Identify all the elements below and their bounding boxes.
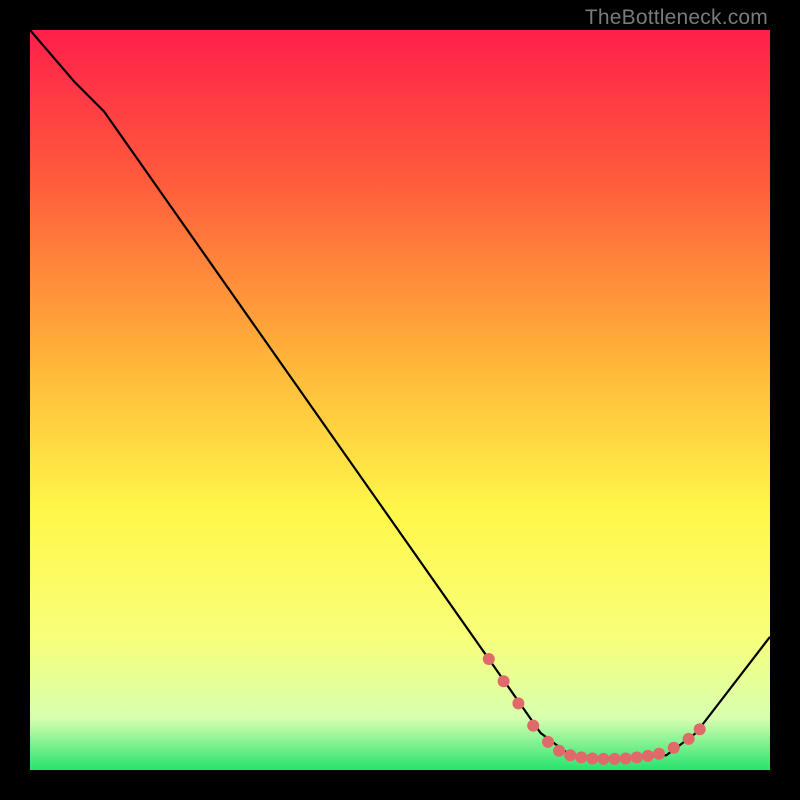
highlight-dot <box>512 697 524 709</box>
highlight-dot <box>694 723 706 735</box>
highlight-dot <box>527 720 539 732</box>
gradient-background <box>30 30 770 770</box>
highlight-dot <box>542 736 554 748</box>
highlight-dot <box>668 742 680 754</box>
highlight-dot <box>598 753 610 765</box>
highlight-dot <box>586 753 598 765</box>
chart-frame <box>30 30 770 770</box>
highlight-dot <box>498 675 510 687</box>
highlight-dot <box>631 751 643 763</box>
highlight-dot <box>564 749 576 761</box>
highlight-dot <box>483 653 495 665</box>
bottleneck-chart <box>30 30 770 770</box>
highlight-dot <box>620 753 632 765</box>
highlight-dot <box>553 745 565 757</box>
highlight-dot <box>642 750 654 762</box>
highlight-dot <box>683 733 695 745</box>
watermark-text: TheBottleneck.com <box>585 6 768 30</box>
highlight-dot <box>653 748 665 760</box>
highlight-dot <box>609 753 621 765</box>
highlight-dot <box>575 751 587 763</box>
